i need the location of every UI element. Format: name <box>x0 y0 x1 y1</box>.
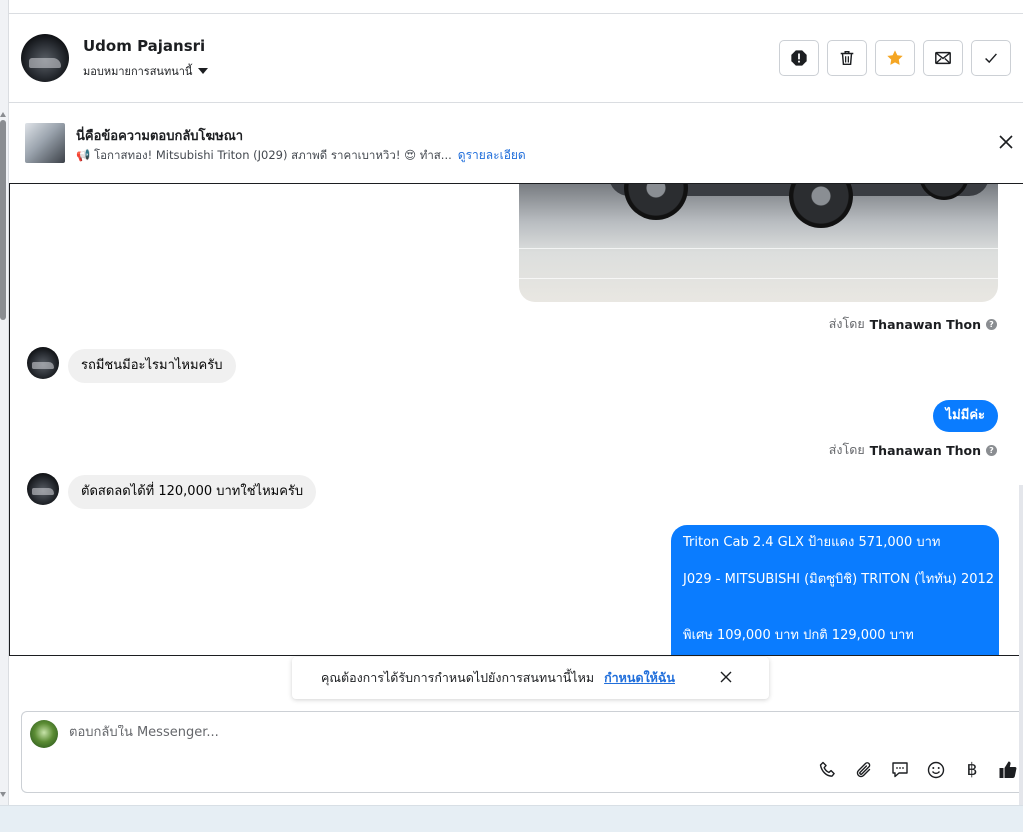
message-line: Triton Cab 2.4 GLX ป้ายแดง 571,000 บาท <box>683 535 941 550</box>
ad-text: 📢 โอกาสทอง! Mitsubishi Triton (J029) สภา… <box>76 148 452 162</box>
phone-icon <box>819 761 835 777</box>
assign-label: มอบหมายการสนทนานี้ <box>83 65 193 78</box>
message-line: พิเศษ 109,000 บาท ปกติ 129,000 บาท <box>683 628 914 643</box>
ad-thumbnail[interactable] <box>25 123 65 163</box>
contact-name[interactable]: Udom Pajansri <box>83 37 205 55</box>
assign-suggestion-toast: คุณต้องการได้รับการกำหนดไปยังการสนทนานี้… <box>292 657 769 699</box>
assign-to-me-link[interactable]: กำหนดให้ฉัน <box>604 668 675 688</box>
car-wheel <box>789 184 853 228</box>
call-button[interactable] <box>817 759 839 781</box>
mark-done-button[interactable] <box>971 40 1011 76</box>
ad-banner-title: นี่คือข้อความตอบกลับโฆษณา <box>76 129 244 144</box>
sent-by-prefix: ส่งโดย <box>828 442 865 457</box>
top-strip <box>9 0 1023 14</box>
outgoing-message[interactable]: ไม่มีค่ะ <box>932 400 998 432</box>
help-icon[interactable]: ? <box>986 318 997 330</box>
incoming-message[interactable]: ตัดสดลดได้ที่ 120,000 บาทใช่ไหมครับ <box>68 475 317 509</box>
sent-by-prefix: ส่งโดย <box>828 316 865 331</box>
chevron-down-icon <box>198 68 209 74</box>
mail-icon <box>935 51 951 65</box>
ad-reply-banner: นี่คือข้อความตอบกลับโฆษณา 📢 โอกาสทอง! Mi… <box>9 103 1023 183</box>
payment-button[interactable]: ฿ <box>961 759 983 781</box>
trash-icon <box>840 50 854 66</box>
close-icon[interactable] <box>719 670 733 684</box>
emoji-button[interactable] <box>925 759 947 781</box>
header-actions <box>779 40 1011 76</box>
floor-tile-line <box>519 278 998 279</box>
reply-input[interactable] <box>69 725 869 740</box>
saved-replies-icon <box>892 762 908 778</box>
close-icon[interactable] <box>997 133 1015 151</box>
message-line: J029 - MITSUBISHI (มิตซูบิชิ) TRITON (ไท… <box>683 572 995 587</box>
report-icon <box>791 50 807 66</box>
delete-button[interactable] <box>827 40 867 76</box>
mark-unread-button[interactable] <box>923 40 963 76</box>
floor-tile-line <box>519 248 998 249</box>
outgoing-message-long[interactable]: Triton Cab 2.4 GLX ป้ายแดง 571,000 บาท J… <box>671 525 999 655</box>
sent-car-photo[interactable] <box>519 184 998 302</box>
agent-name: Thanawan Thon <box>869 316 981 332</box>
page-avatar <box>30 720 58 748</box>
contact-avatar-small[interactable] <box>27 473 59 505</box>
emoji-icon <box>927 761 945 779</box>
sent-by-label: ส่งโดย Thanawan Thon ? <box>829 440 997 460</box>
saved-replies-button[interactable] <box>889 759 911 781</box>
scroll-down-arrow-icon[interactable] <box>0 792 6 797</box>
star-icon <box>887 50 903 65</box>
conversation-header: Udom Pajansri มอบหมายการสนทนานี้ <box>9 14 1023 103</box>
message-thread[interactable]: ส่งโดย Thanawan Thon ? รถมีชนมีอะไรมาไหม… <box>9 183 1023 656</box>
contact-avatar-small[interactable] <box>27 347 59 379</box>
check-icon <box>985 53 997 64</box>
scroll-up-arrow-icon[interactable] <box>0 112 6 117</box>
report-spam-button[interactable] <box>779 40 819 76</box>
left-scrollbar[interactable] <box>0 0 9 805</box>
ad-details-link[interactable]: ดูรายละเอียด <box>458 148 526 162</box>
contact-avatar[interactable] <box>21 34 69 82</box>
car-wheel <box>919 184 969 200</box>
agent-name: Thanawan Thon <box>869 442 981 458</box>
composer-tools: ฿ <box>817 759 1019 781</box>
ad-banner-subtitle: 📢 โอกาสทอง! Mitsubishi Triton (J029) สภา… <box>76 146 526 165</box>
sent-by-label: ส่งโดย Thanawan Thon ? <box>829 314 997 334</box>
star-button[interactable] <box>875 40 915 76</box>
attachment-icon <box>856 762 871 778</box>
attach-button[interactable] <box>853 759 875 781</box>
thumbs-up-icon <box>999 761 1017 778</box>
suggestion-text: คุณต้องการได้รับการกำหนดไปยังการสนทนานี้… <box>321 670 595 685</box>
incoming-message[interactable]: รถมีชนมีอะไรมาไหมครับ <box>68 349 236 383</box>
right-panel-edge <box>1019 485 1023 805</box>
like-button[interactable] <box>997 759 1019 781</box>
assign-conversation-dropdown[interactable]: มอบหมายการสนทนานี้ <box>83 62 209 80</box>
help-icon[interactable]: ? <box>986 444 997 456</box>
bottom-bar <box>0 805 1023 832</box>
baht-icon: ฿ <box>966 760 978 780</box>
scrollbar-thumb[interactable] <box>0 120 6 320</box>
car-wheel <box>624 184 688 220</box>
message-composer: ฿ <box>21 711 1023 793</box>
